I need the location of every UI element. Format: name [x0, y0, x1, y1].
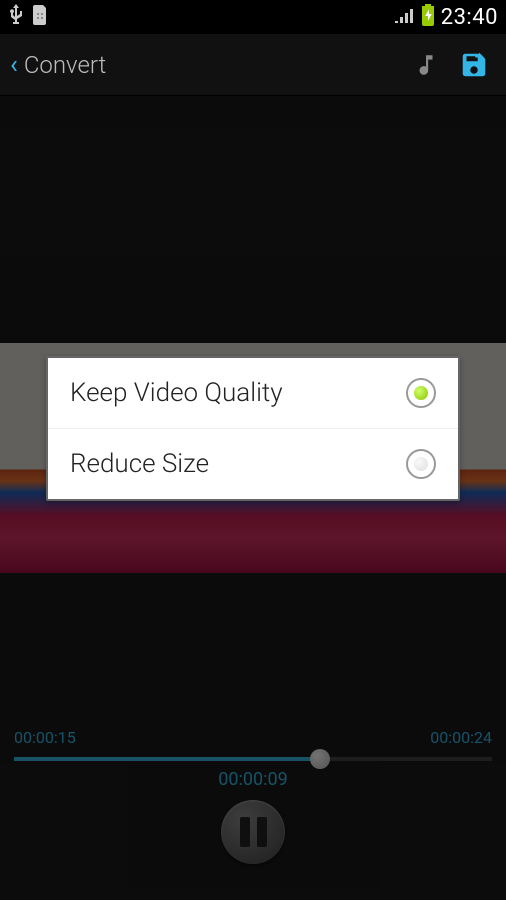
option-reduce-size[interactable]: Reduce Size — [48, 428, 458, 499]
progress-fill — [14, 757, 320, 761]
player-controls: 00:00:15 00:00:24 00:00:09 — [0, 700, 506, 900]
option-label: Keep Video Quality — [70, 378, 406, 408]
option-keep-quality[interactable]: Keep Video Quality — [48, 358, 458, 428]
usb-icon — [8, 4, 24, 30]
radio-unselected-icon[interactable] — [406, 449, 436, 479]
signal-icon — [395, 7, 415, 27]
sim-icon — [32, 5, 48, 29]
action-bar: ‹ Convert — [0, 34, 506, 96]
pause-button[interactable] — [221, 800, 285, 864]
back-button[interactable]: ‹ — [10, 50, 18, 80]
save-icon[interactable] — [452, 43, 496, 87]
battery-charging-icon — [421, 4, 435, 30]
progress-thumb[interactable] — [310, 749, 330, 769]
trim-start-time: 00:00:15 — [14, 728, 76, 747]
trim-end-time: 00:00:24 — [430, 728, 492, 747]
radio-selected-icon[interactable] — [406, 378, 436, 408]
option-label: Reduce Size — [70, 449, 406, 479]
progress-track[interactable] — [14, 757, 492, 761]
quality-dialog: Keep Video Quality Reduce Size — [46, 356, 460, 501]
pause-icon — [240, 817, 267, 847]
page-title: Convert — [24, 51, 106, 79]
video-container: Keep Video Quality Reduce Size 00:00:15 … — [0, 96, 506, 900]
elapsed-time: 00:00:09 — [14, 769, 492, 790]
status-bar: 23:40 — [0, 0, 506, 34]
music-note-icon[interactable] — [404, 43, 448, 87]
status-time: 23:40 — [441, 5, 498, 30]
